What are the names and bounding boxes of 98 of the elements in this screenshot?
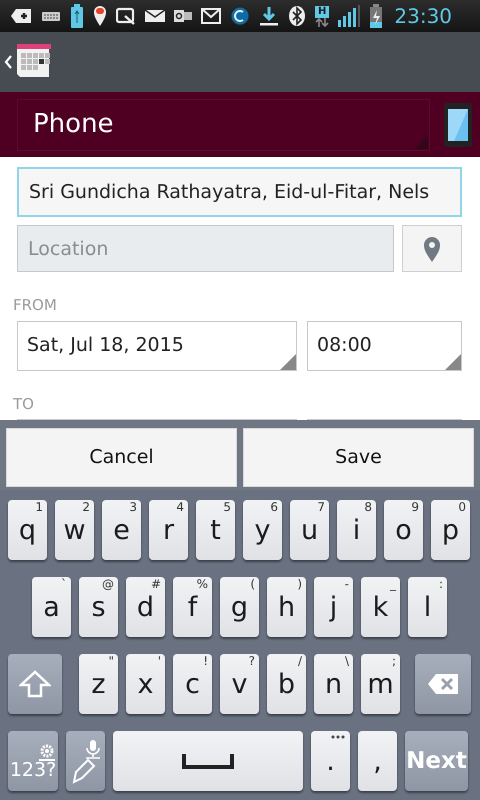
key-hint: 0	[458, 501, 466, 514]
keyboard-key[interactable]: p 0	[431, 500, 470, 560]
keyboard-key[interactable]: a `	[32, 577, 71, 637]
calendar-icon	[16, 44, 52, 80]
keyboard-key[interactable]: g (	[220, 577, 259, 637]
key-hint: '	[158, 655, 161, 668]
back-chevron-icon	[4, 55, 12, 69]
key-hint: 5	[223, 501, 231, 514]
keyboard-key[interactable]: e 3	[102, 500, 141, 560]
location-pin-icon	[93, 5, 107, 27]
to-label: TO	[13, 394, 35, 414]
key-hint: 9	[411, 501, 419, 514]
keyboard-key[interactable]: f %	[173, 577, 212, 637]
map-pin-icon	[423, 236, 441, 262]
keyboard-key[interactable]: d #	[126, 577, 165, 637]
keyboard-key[interactable]: n \	[314, 654, 353, 714]
charging-battery-icon	[369, 4, 384, 28]
dropdown-corner-icon	[280, 354, 296, 370]
cancel-button[interactable]: Cancel	[6, 428, 237, 487]
key-hint: \	[344, 655, 349, 668]
key-hint: 4	[176, 501, 184, 514]
signal-icon	[338, 5, 360, 27]
keyboard-key[interactable]: ,	[358, 731, 397, 791]
key-hint: %	[196, 578, 208, 592]
backspace-key[interactable]	[415, 654, 471, 714]
shift-arrow-icon	[19, 670, 51, 698]
keyboard-key[interactable]: m ;	[361, 654, 400, 714]
data-arrows-icon	[315, 18, 330, 26]
screen-capture-icon	[116, 7, 136, 25]
keyboard-key[interactable]: .	[311, 731, 350, 791]
key-hint: -	[344, 578, 349, 592]
settings-icon	[39, 742, 55, 760]
network-type-label: H	[315, 6, 330, 18]
key-hint: 8	[364, 501, 372, 514]
keyboard-key[interactable]: u 7	[290, 500, 329, 560]
key-hint: /	[298, 655, 302, 668]
keyboard-key[interactable]: x '	[126, 654, 165, 714]
keyboard-key[interactable]: w 2	[55, 500, 94, 560]
key-hint: (	[250, 578, 255, 592]
phone-icon	[444, 102, 472, 146]
keyboard-key[interactable]: l :	[408, 577, 447, 637]
map-button[interactable]	[402, 225, 462, 272]
date-field[interactable]: Sat, Jul 18, 2015	[17, 320, 297, 370]
key-hint: 2	[82, 501, 90, 514]
keyboard-key[interactable]: o 9	[384, 500, 423, 560]
key-hint: 7	[317, 501, 325, 514]
keyboard-key[interactable]: j -	[314, 577, 353, 637]
key-hint: ;	[392, 655, 396, 668]
key-hint: "	[108, 655, 114, 668]
keyboard-key[interactable]: t 5	[196, 500, 235, 560]
outlook-icon	[174, 9, 192, 23]
keyboard-key[interactable]: y 6	[243, 500, 282, 560]
space-key[interactable]	[113, 731, 303, 791]
keyboard-key[interactable]: h )	[267, 577, 306, 637]
save-button[interactable]: Save	[243, 428, 474, 487]
handwriting-voice-key[interactable]	[66, 731, 105, 791]
envelope-icon	[145, 9, 165, 23]
key-hint: :	[438, 578, 443, 592]
calendar-name: Phone	[33, 108, 114, 141]
calendar-selector[interactable]: Phone	[17, 98, 430, 150]
pen-microphone-icon	[70, 738, 102, 784]
key-hint: ?	[248, 655, 255, 668]
key-hint: 3	[129, 501, 137, 514]
title-field[interactable]: Sri Gundicha Rathayatra, Eid-ul-Fitar, Nels	[17, 167, 462, 217]
key-hint: #	[150, 578, 161, 592]
download-icon	[259, 6, 279, 26]
key-hint: 1	[35, 501, 43, 514]
keyboard-key[interactable]: v ?	[220, 654, 259, 714]
bluetooth-icon	[288, 5, 306, 27]
key-hint: _	[390, 578, 396, 592]
keyboard-key[interactable]: q 1	[8, 500, 47, 560]
back-button[interactable]	[4, 44, 52, 80]
dropdown-corner-icon	[445, 354, 461, 370]
dropdown-corner-icon	[414, 134, 428, 148]
add-icon	[10, 8, 32, 24]
key-hint: !	[203, 655, 208, 668]
keyboard-key[interactable]: z "	[79, 654, 118, 714]
keyboard-key[interactable]: s @	[79, 577, 118, 637]
key-hint: 6	[270, 501, 278, 514]
mail-icon	[201, 8, 221, 24]
keyboard-key[interactable]: r 4	[149, 500, 188, 560]
from-label: FROM	[13, 295, 58, 316]
key-hint: @	[102, 578, 114, 592]
clock-time: 23:30	[394, 6, 452, 26]
location-field[interactable]: Location	[17, 225, 394, 272]
key-hint: )	[297, 578, 302, 592]
keyboard-icon	[41, 10, 61, 22]
backspace-icon	[427, 673, 459, 695]
shift-key[interactable]	[8, 654, 62, 714]
key-hint: `	[61, 578, 67, 592]
space-bar-icon	[182, 753, 234, 769]
battery-icon	[70, 4, 84, 28]
keyboard-key[interactable]: c !	[173, 654, 212, 714]
circle-c-icon	[230, 6, 250, 26]
time-field[interactable]: 08:00	[307, 320, 462, 370]
keyboard-key[interactable]: b /	[267, 654, 306, 714]
keyboard-key[interactable]: i 8	[337, 500, 376, 560]
keyboard-key[interactable]: k _	[361, 577, 400, 637]
